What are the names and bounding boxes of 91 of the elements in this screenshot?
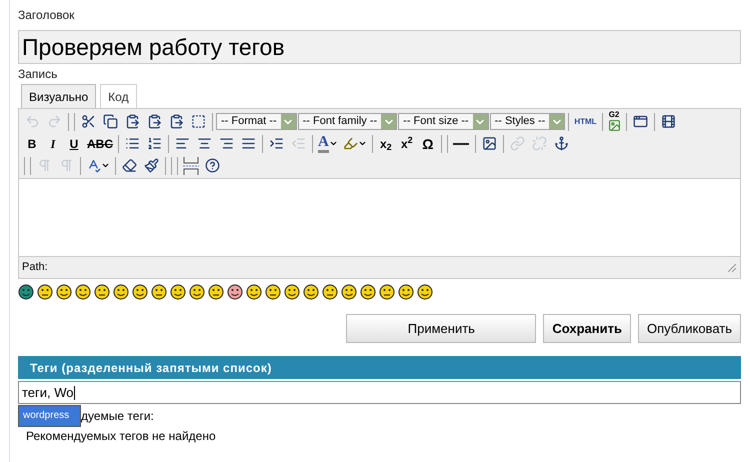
tags-header: Теги (разделенный запятыми список) <box>18 356 741 379</box>
image-gallery-button[interactable]: G2 <box>606 110 623 132</box>
action-button[interactable]: Сохранить <box>543 314 631 343</box>
path-label: Path: <box>22 260 48 276</box>
image-icon <box>608 118 621 132</box>
format-button[interactable]: Ω <box>418 134 438 154</box>
dropdown[interactable]: -- Format -- <box>216 113 297 130</box>
pilcrow-icon <box>59 158 74 173</box>
smiley-icon[interactable] <box>94 284 110 300</box>
smiley-icon[interactable] <box>246 284 262 300</box>
action-button[interactable]: Применить <box>346 314 536 343</box>
suggestion-item[interactable]: wordpress <box>18 405 81 427</box>
clipboard-icon <box>125 114 140 129</box>
editor-tab[interactable]: Код <box>100 84 137 108</box>
smiley-icon[interactable] <box>417 284 433 300</box>
title-input-field[interactable]: Проверяем работу тегов <box>18 30 741 64</box>
chevron-down-icon <box>280 114 296 129</box>
field-label: Запись <box>18 67 58 81</box>
smiley-icon[interactable] <box>227 284 243 300</box>
clipboard-icon <box>147 114 162 129</box>
outdent-icon <box>291 136 306 151</box>
horizontal-line-icon <box>453 142 470 144</box>
action-button[interactable]: Опубликовать <box>638 314 741 343</box>
smiley-icon[interactable] <box>360 284 376 300</box>
text-color-button[interactable]: A <box>316 134 340 154</box>
format-button[interactable]: U <box>64 134 84 154</box>
smiley-icon[interactable] <box>37 284 53 300</box>
numbered-list-icon <box>147 136 162 151</box>
bullet-list-icon <box>125 136 140 151</box>
format-button[interactable]: ABC <box>85 134 115 154</box>
image-icon <box>482 136 497 151</box>
caret-icon <box>358 139 367 148</box>
eraser-icon <box>122 158 137 173</box>
highlighter-icon <box>342 136 358 151</box>
smiley-icon[interactable] <box>322 284 338 300</box>
brush-icon <box>144 158 159 173</box>
smiley-icon[interactable] <box>284 284 300 300</box>
smiley-icon[interactable] <box>151 284 167 300</box>
format-button[interactable]: x$_{2}$ <box>376 134 396 154</box>
editor-tab[interactable]: Визуально <box>21 84 96 108</box>
smiley-icon[interactable] <box>170 284 186 300</box>
spellcheck-icon <box>86 158 101 173</box>
dashed-square-icon <box>191 114 206 129</box>
recommended-tags-text: Рекомендуемых тегов не найдено <box>25 429 217 444</box>
dropdown[interactable]: -- Styles -- <box>490 113 566 130</box>
align-right-icon <box>219 136 234 151</box>
windows-icon <box>632 114 648 129</box>
chevron-down-icon <box>472 114 488 129</box>
field-label: Заголовок <box>18 7 76 23</box>
smiley-icon[interactable] <box>189 284 205 300</box>
chevron-down-icon <box>381 114 396 129</box>
smiley-icon[interactable] <box>341 284 357 300</box>
film-icon <box>660 114 676 129</box>
smiley-icon[interactable] <box>56 284 72 300</box>
clipboard-icon <box>169 114 184 129</box>
page-break-icon <box>183 156 199 174</box>
pilcrow-icon <box>37 158 52 173</box>
align-center-icon <box>197 136 212 151</box>
align-left-icon <box>175 136 190 151</box>
format-button[interactable]: x$^{2}$ <box>396 134 417 154</box>
smiley-icon[interactable] <box>265 284 281 300</box>
resize-handle-icon[interactable] <box>727 262 737 272</box>
unlink-icon <box>532 136 547 151</box>
smiley-icon[interactable] <box>113 284 129 300</box>
smiley-icon[interactable] <box>398 284 414 300</box>
scissors-icon <box>81 114 96 129</box>
page-break-button[interactable] <box>181 156 201 176</box>
recommended-tags-label: дуемые теги: <box>81 408 154 425</box>
help-icon <box>205 158 220 173</box>
smiley-icon[interactable] <box>18 284 34 300</box>
link-icon <box>510 136 525 151</box>
caret-icon <box>101 161 110 170</box>
smiley-icon[interactable] <box>208 284 224 300</box>
redo-icon <box>47 114 62 129</box>
smiley-icon[interactable] <box>132 284 148 300</box>
caret-icon <box>328 139 338 148</box>
align-justify-icon <box>241 136 256 151</box>
undo-icon <box>25 114 40 129</box>
smiley-icon[interactable] <box>379 284 395 300</box>
indent-icon <box>269 136 284 151</box>
smiley-icon[interactable] <box>303 284 319 300</box>
anchor-icon <box>554 136 569 151</box>
chevron-down-icon <box>549 114 564 129</box>
dropdown[interactable]: -- Font size -- <box>398 113 489 130</box>
tags-input-field[interactable]: теги, Wo <box>18 381 741 404</box>
smiley-icon[interactable] <box>75 284 91 300</box>
dropdown[interactable]: -- Font family -- <box>298 113 398 130</box>
format-button[interactable]: B <box>22 134 42 154</box>
html-button[interactable]: HTML <box>572 112 599 132</box>
format-button[interactable]: I <box>43 134 63 154</box>
copy-icon <box>103 114 118 129</box>
